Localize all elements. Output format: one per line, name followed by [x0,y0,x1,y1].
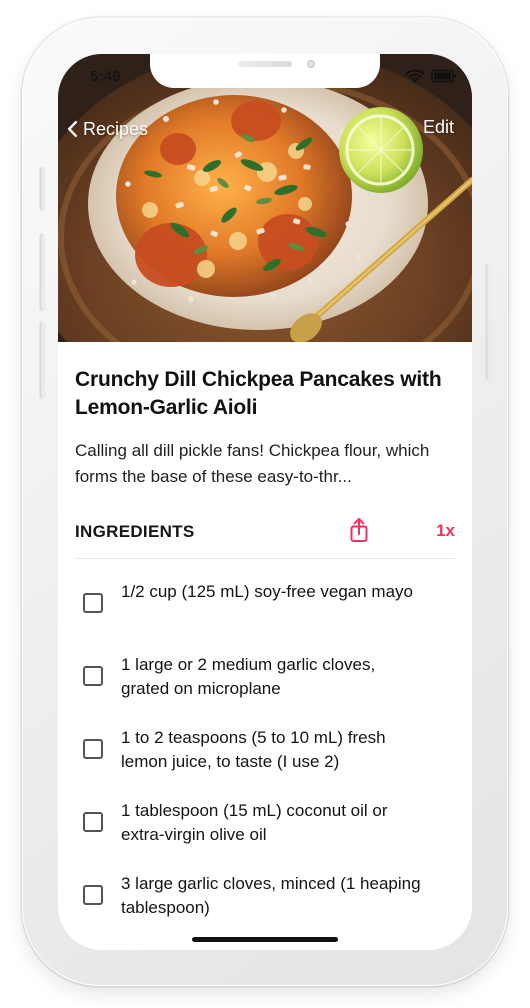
wifi-icon [405,69,425,83]
recipe-description: Calling all dill pickle fans! Chickpea f… [75,441,430,486]
ingredient-checkbox[interactable] [83,812,103,832]
share-icon[interactable] [347,516,371,544]
ingredient-text: 1/2 cup (125 mL) soy-free vegan mayo [121,582,413,601]
speaker-grill [238,61,292,67]
ingredient-checkbox[interactable] [83,739,103,759]
ingredient-checkbox[interactable] [83,666,103,686]
edit-button[interactable]: Edit [423,117,454,138]
chevron-left-icon [68,121,77,137]
ingredients-title: INGREDIENTS [75,522,195,541]
curry-bowl-image [58,54,472,342]
servings-scale-button[interactable]: 1x [431,520,455,542]
ingredient-item: 1 to 2 teaspoons (5 to 10 mL) fresh lemo… [83,726,443,799]
status-icons [405,69,457,85]
status-time: 5:49 [90,68,121,85]
back-button[interactable]: Recipes [66,117,148,141]
ingredient-text: 1 to 2 teaspoons (5 to 10 mL) fresh lemo… [121,728,386,771]
ingredient-item: 1/2 cup (125 mL) soy-free vegan mayo [83,580,443,653]
ingredient-text: 1 tablespoon (15 mL) coconut oil or extr… [121,801,388,844]
front-camera [307,60,315,68]
battery-icon [431,69,456,83]
device-notch [150,54,380,88]
ingredient-item: 1 large or 2 medium garlic cloves, grate… [83,653,443,726]
home-indicator[interactable] [192,937,338,942]
power-button [486,264,490,380]
phone-screen: 5:49 Recipes Edit Crunchy Dill Chickpea … [58,54,472,950]
volume-up-button [40,234,44,310]
volume-down-button [40,322,44,398]
recipe-title: Crunchy Dill Chickpea Pancakes with Lemo… [75,368,442,419]
back-button-label: Recipes [83,118,149,139]
ingredient-checkbox[interactable] [83,885,103,905]
ingredient-checkbox[interactable] [83,593,103,613]
ingredients-list: 1/2 cup (125 mL) soy-free vegan mayo 1 l… [83,580,443,945]
ingredient-item: 3 large garlic cloves, minced (1 heaping… [83,872,443,945]
mute-switch [40,168,44,210]
ingredient-text: 3 large garlic cloves, minced (1 heaping… [121,874,421,917]
recipe-hero-image: 5:49 Recipes Edit [58,54,472,342]
ingredients-header: INGREDIENTS 1x [75,516,455,559]
ingredient-text: 1 large or 2 medium garlic cloves, grate… [121,655,376,698]
ingredient-item: 1 tablespoon (15 mL) coconut oil or extr… [83,799,443,872]
recipe-content: Crunchy Dill Chickpea Pancakes with Lemo… [58,342,472,950]
lime-wedge [339,107,423,193]
